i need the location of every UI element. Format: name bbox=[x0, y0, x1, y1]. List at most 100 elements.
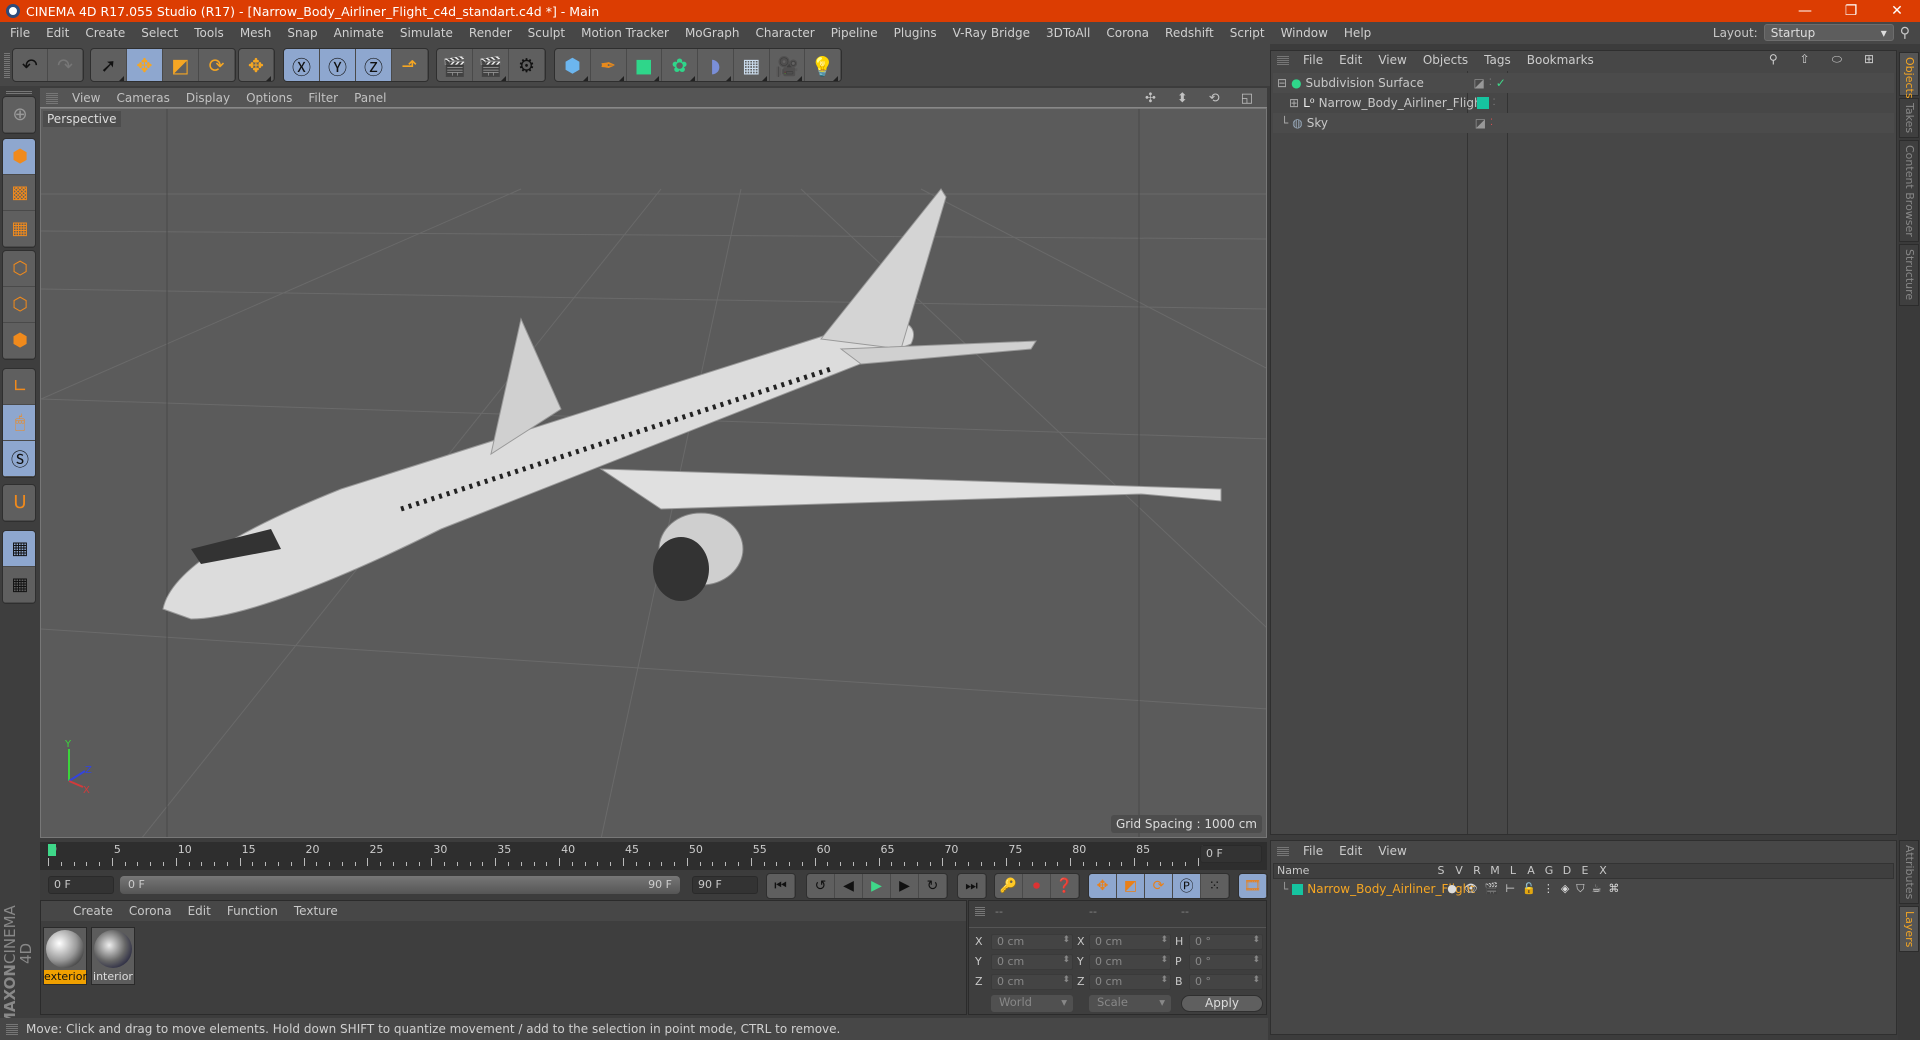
home-icon[interactable]: ⇧ bbox=[1792, 52, 1818, 67]
lm-menu-file[interactable]: File bbox=[1295, 844, 1331, 858]
timeline-ruler[interactable]: 051015202530354045505560657075808590 bbox=[40, 842, 1267, 870]
size-mode-dropdown[interactable]: Scale ▾ bbox=[1089, 995, 1171, 1012]
y-axis-icon[interactable]: Ⓨ bbox=[320, 49, 356, 81]
render-picture-viewer-icon[interactable]: 🎬 bbox=[473, 49, 509, 81]
collapse-toggle-icon[interactable]: ⊟ bbox=[1277, 76, 1287, 90]
lm-menu-edit[interactable]: Edit bbox=[1331, 844, 1370, 858]
viewport-menu-options[interactable]: Options bbox=[238, 91, 300, 105]
object-manager-grip[interactable] bbox=[1277, 55, 1289, 65]
viewport-grip[interactable] bbox=[46, 92, 58, 104]
new-window-icon[interactable]: ⊞ bbox=[1856, 52, 1882, 67]
start-frame-field[interactable]: 0 F bbox=[48, 876, 114, 894]
key-rotation-icon[interactable]: ⟳ bbox=[1145, 874, 1173, 898]
object-row-subdivision-surface[interactable]: ⊟ ● Subdivision Surface ◪ ⁚ ✓ bbox=[1273, 73, 1894, 93]
coord-grip[interactable] bbox=[975, 906, 985, 916]
edges-mode-icon[interactable]: ⬡ bbox=[3, 287, 35, 323]
col-solo[interactable]: S bbox=[1432, 864, 1450, 878]
om-menu-edit[interactable]: Edit bbox=[1331, 53, 1370, 67]
pan-icon[interactable]: ✣ bbox=[1137, 91, 1164, 106]
solo-flag-icon[interactable]: ● bbox=[1447, 882, 1457, 896]
menu-3dtoall[interactable]: 3DToAll bbox=[1038, 26, 1098, 40]
editor-render-toggle-icon[interactable]: ◪ bbox=[1475, 116, 1486, 130]
playhead[interactable] bbox=[48, 844, 56, 856]
undo-icon[interactable]: ↶ bbox=[13, 49, 48, 81]
x-axis-icon[interactable]: Ⓧ bbox=[284, 49, 320, 81]
rotate-icon[interactable]: ⟳ bbox=[199, 49, 235, 81]
pos-x-field[interactable]: 0 cm bbox=[991, 934, 1073, 950]
motion-record-icon[interactable]: 🔑 bbox=[995, 874, 1023, 898]
texture-mode-icon[interactable]: ▩ bbox=[3, 175, 35, 211]
material-menu-edit[interactable]: Edit bbox=[180, 904, 219, 918]
goto-next-key-icon[interactable]: ↻ bbox=[919, 874, 947, 898]
dolly-icon[interactable]: ⬍ bbox=[1169, 91, 1196, 106]
layer-color-swatch[interactable] bbox=[1292, 883, 1304, 895]
manager-flag-icon[interactable]: ⊢ bbox=[1506, 882, 1516, 896]
next-frame-icon[interactable]: ▶ bbox=[891, 874, 919, 898]
render-view-icon[interactable]: 🎬 bbox=[437, 49, 473, 81]
viewport-menu-panel[interactable]: Panel bbox=[346, 91, 394, 105]
om-menu-tags[interactable]: Tags bbox=[1476, 53, 1519, 67]
render-settings-icon[interactable]: ⚙ bbox=[509, 49, 545, 81]
col-manager[interactable]: M bbox=[1486, 864, 1504, 878]
menu-help[interactable]: Help bbox=[1336, 26, 1379, 40]
menu-edit[interactable]: Edit bbox=[38, 26, 77, 40]
lock-flag-icon[interactable]: 🔓 bbox=[1522, 882, 1536, 896]
object-row-sky[interactable]: └ ◍ Sky ◪ ⁚ bbox=[1273, 113, 1894, 133]
current-frame-field[interactable]: 0 F bbox=[1200, 845, 1262, 863]
maximize-view-icon[interactable]: ◱ bbox=[1233, 91, 1261, 106]
key-point-level-icon[interactable]: ⁙ bbox=[1201, 874, 1229, 898]
strip-grip[interactable] bbox=[6, 90, 32, 94]
light-icon[interactable]: 💡 bbox=[805, 49, 841, 81]
view-flag-icon[interactable]: 👁 bbox=[1464, 882, 1478, 896]
pos-y-field[interactable]: 0 cm bbox=[991, 954, 1073, 970]
menu-corona[interactable]: Corona bbox=[1098, 26, 1157, 40]
workplane-mode-icon[interactable]: ▦ bbox=[3, 211, 35, 247]
menu-render[interactable]: Render bbox=[461, 26, 520, 40]
tab-content-browser[interactable]: Content Browser bbox=[1899, 140, 1919, 242]
autokey-icon[interactable]: ❓ bbox=[1051, 874, 1079, 898]
rot-p-field[interactable]: 0 ° bbox=[1189, 954, 1263, 970]
play-icon[interactable]: ▶ bbox=[863, 874, 891, 898]
orbit-icon[interactable]: ⟲ bbox=[1201, 91, 1228, 106]
last-tool-move-icon[interactable]: ✥ bbox=[239, 49, 274, 81]
menu-motion-tracker[interactable]: Motion Tracker bbox=[573, 26, 677, 40]
menu-pipeline[interactable]: Pipeline bbox=[823, 26, 886, 40]
cube-icon[interactable]: ⬢ bbox=[555, 49, 591, 81]
camera-icon[interactable]: 🎥 bbox=[770, 49, 806, 81]
col-deformers[interactable]: D bbox=[1558, 864, 1576, 878]
coordinate-system-icon[interactable]: ⬏ bbox=[392, 49, 428, 81]
menu-vray-bridge[interactable]: V-Ray Bridge bbox=[945, 26, 1038, 40]
search-icon[interactable]: ⚲ bbox=[1900, 25, 1910, 41]
generators-flag-icon[interactable]: ◈ bbox=[1561, 882, 1569, 896]
viewport-menu-filter[interactable]: Filter bbox=[300, 91, 346, 105]
material-menu-function[interactable]: Function bbox=[219, 904, 286, 918]
layer-row[interactable]: └ Narrow_Body_Airliner_Flight ● 👁 🎬 ⊢ 🔓 … bbox=[1273, 881, 1894, 897]
pen-spline-icon[interactable]: ✒ bbox=[591, 49, 627, 81]
redo-icon[interactable]: ↷ bbox=[48, 49, 83, 81]
menu-mograph[interactable]: MoGraph bbox=[677, 26, 748, 40]
airplane-model[interactable] bbox=[162, 188, 1222, 620]
visibility-dots-icon[interactable]: ⁚ bbox=[1493, 98, 1496, 108]
menu-tools[interactable]: Tools bbox=[186, 26, 232, 40]
polygons-mode-icon[interactable]: ⬢ bbox=[3, 323, 35, 359]
object-row-narrow-body-airliner[interactable]: ⊞ L⁰ Narrow_Body_Airliner_Flight ⁚ bbox=[1273, 93, 1894, 113]
om-menu-bookmarks[interactable]: Bookmarks bbox=[1519, 53, 1602, 67]
viewport-menu-display[interactable]: Display bbox=[178, 91, 238, 105]
prev-frame-icon[interactable]: ◀ bbox=[835, 874, 863, 898]
om-menu-file[interactable]: File bbox=[1295, 53, 1331, 67]
snap-icon[interactable]: U bbox=[3, 485, 35, 521]
z-axis-icon[interactable]: Ⓩ bbox=[356, 49, 392, 81]
size-y-field[interactable]: 0 cm bbox=[1089, 954, 1171, 970]
material-menu-corona[interactable]: Corona bbox=[121, 904, 180, 918]
layer-manager-grip[interactable] bbox=[1277, 846, 1289, 856]
floor-icon[interactable]: ▦ bbox=[734, 49, 770, 81]
tab-attributes[interactable]: Attributes bbox=[1899, 840, 1919, 904]
bend-deformer-icon[interactable]: ◗ bbox=[698, 49, 734, 81]
animation-flag-icon[interactable]: ⋮ bbox=[1543, 882, 1554, 896]
collapse-icon[interactable]: ⬭ bbox=[1824, 52, 1850, 67]
menu-snap[interactable]: Snap bbox=[279, 26, 325, 40]
goto-start-icon[interactable]: ⏮ bbox=[767, 874, 795, 898]
menu-animate[interactable]: Animate bbox=[326, 26, 392, 40]
expressions-flag-icon[interactable]: ☕ bbox=[1592, 882, 1602, 896]
deformers-flag-icon[interactable]: ⛉ bbox=[1576, 882, 1584, 896]
